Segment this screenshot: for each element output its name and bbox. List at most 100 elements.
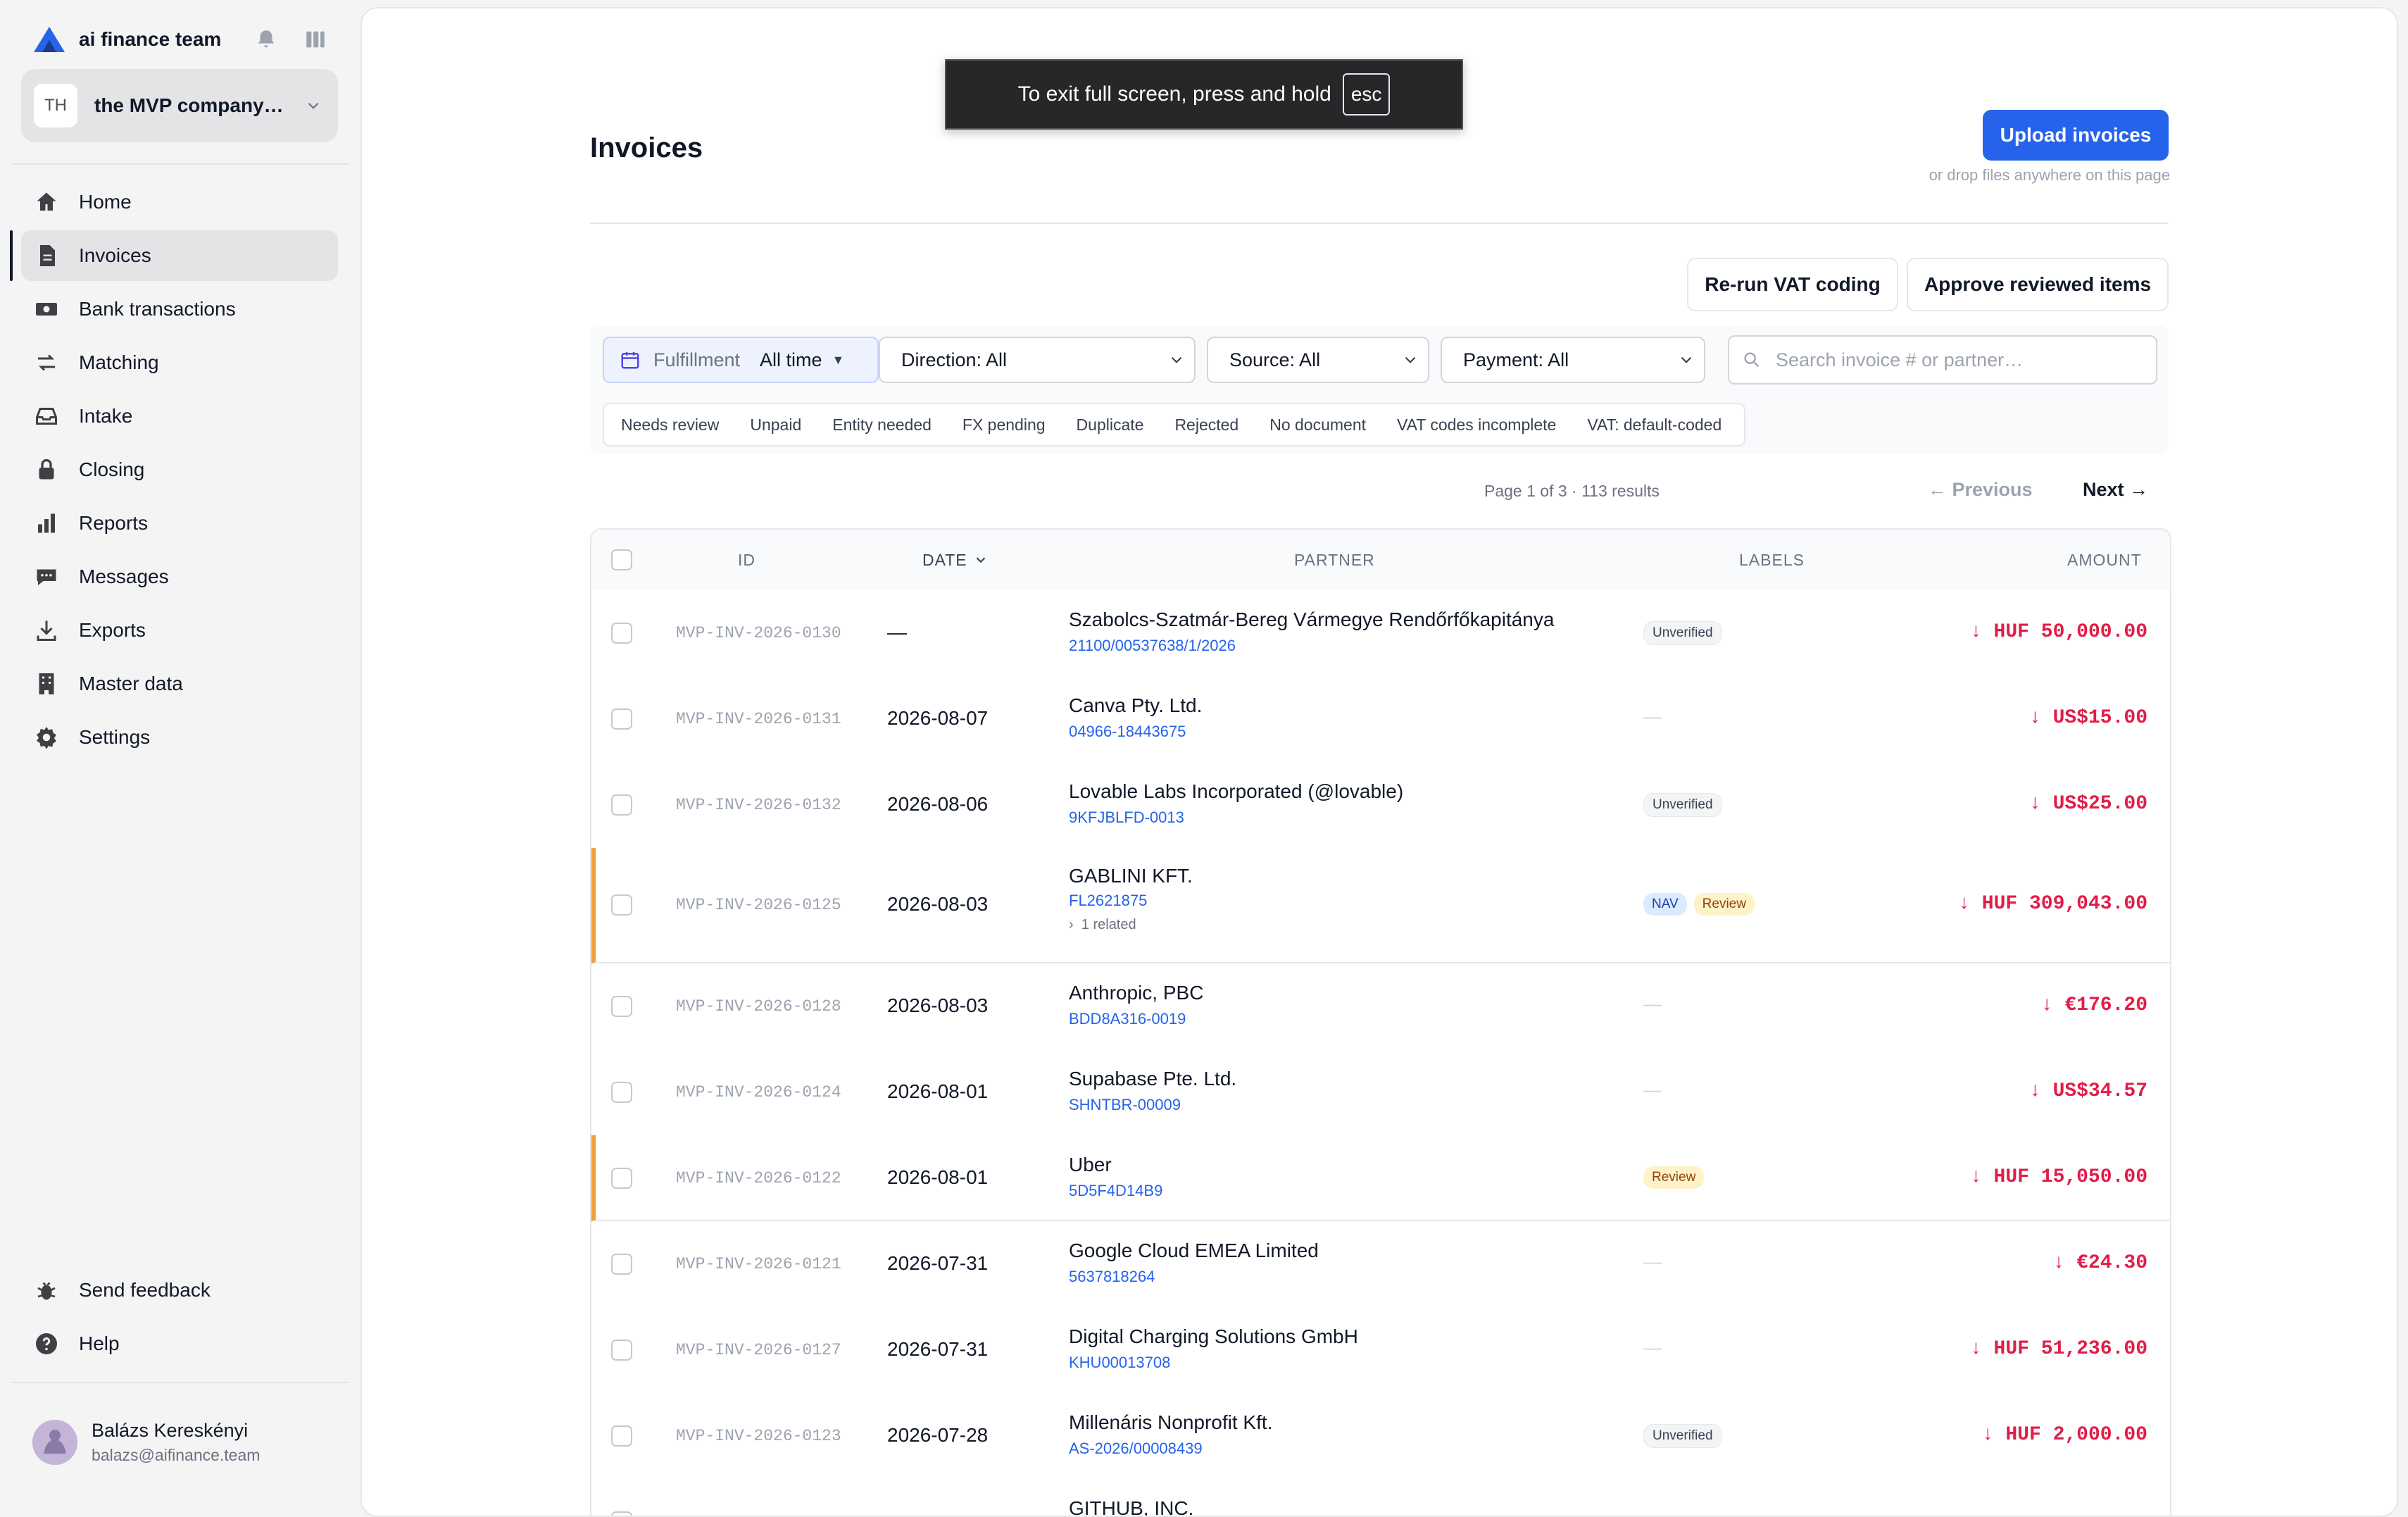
table-row[interactable]: MVP-INV-2026-0127 2026-07-31 Digital Cha… [591, 1307, 2170, 1394]
upload-invoices-button[interactable]: Upload invoices [1983, 110, 2169, 161]
user-profile[interactable]: Balázs Kereskényi balazs@aifinance.team [32, 1420, 260, 1465]
row-checkbox[interactable] [611, 1340, 632, 1361]
nav-label: Reports [79, 512, 149, 534]
invoice-reference[interactable]: 9KFJBLFD-0013 [1069, 809, 1184, 827]
quick-filter-vat-codes-incomplete[interactable]: VAT codes incomplete [1381, 416, 1572, 435]
row-checkbox[interactable] [611, 623, 632, 644]
nav-messages[interactable]: Messages [21, 551, 338, 602]
row-checkbox[interactable] [611, 794, 632, 816]
nav-label: Home [79, 191, 132, 213]
no-labels: — [1643, 1251, 1662, 1272]
row-checkbox[interactable] [611, 708, 632, 730]
rerun-vat-coding-button[interactable]: Re-run VAT coding [1687, 258, 1898, 311]
nav-intake[interactable]: Intake [21, 391, 338, 442]
brand[interactable]: ai finance team [32, 25, 221, 54]
invoice-reference[interactable]: FL2621875 [1069, 892, 1147, 910]
row-checkbox[interactable] [611, 894, 632, 916]
quick-filter-entity-needed[interactable]: Entity needed [817, 416, 947, 435]
chat-icon [32, 563, 61, 591]
nav-bank-transactions[interactable]: Bank transactions [21, 284, 338, 335]
column-header-date[interactable]: DATE [922, 530, 989, 590]
table-row[interactable]: MVP-INV-2026-0123 2026-07-28 Millenáris … [591, 1393, 2170, 1480]
company-switcher[interactable]: TH the MVP company… [21, 69, 338, 142]
nav-help[interactable]: Help [21, 1318, 338, 1369]
nav-send-feedback[interactable]: Send feedback [21, 1265, 338, 1316]
sort-desc-icon [976, 557, 985, 563]
active-indicator [10, 230, 13, 281]
invoice-reference[interactable]: SHNTBR-00009 [1069, 1096, 1181, 1114]
quick-filter-unpaid[interactable]: Unpaid [734, 416, 817, 435]
table-row[interactable]: MVP-INV-2026-0132 2026-08-06 Lovable Lab… [591, 762, 2170, 849]
invoice-reference[interactable]: 21100/00537638/1/2026 [1069, 637, 1236, 655]
next-page-button[interactable]: Next → [2083, 479, 2148, 501]
row-checkbox[interactable] [611, 996, 632, 1017]
label-badge: Unverified [1643, 621, 1722, 645]
nav-label: Messages [79, 566, 169, 587]
invoice-icon [32, 242, 61, 270]
user-name: Balázs Kereskényi [92, 1420, 249, 1441]
invoice-reference[interactable]: BDD8A316-0019 [1069, 1010, 1186, 1028]
payment-select[interactable]: Payment: All [1441, 337, 1705, 383]
table-row[interactable]: MVP-INV-2026-0122 2026-08-01 Uber 5D5F4D… [591, 1135, 2170, 1221]
columns-icon[interactable] [301, 25, 330, 54]
quick-filter-needs-review[interactable]: Needs review [611, 416, 734, 435]
column-header-partner: PARTNER [1294, 550, 1375, 569]
table-row[interactable]: GITHUB, INC. [591, 1479, 2170, 1516]
quick-filter-vat-default-coded[interactable]: VAT: default-coded [1572, 416, 1737, 435]
quick-filter-duplicate[interactable]: Duplicate [1061, 416, 1160, 435]
quick-filters: Needs review Unpaid Entity needed FX pen… [603, 403, 1746, 447]
nav-matching[interactable]: Matching [21, 337, 338, 388]
quick-filter-fx-pending[interactable]: FX pending [947, 416, 1061, 435]
quick-filter-rejected[interactable]: Rejected [1159, 416, 1254, 435]
invoice-id: MVP-INV-2026-0125 [676, 896, 841, 914]
arrows-swap-icon [32, 349, 61, 377]
nav-exports[interactable]: Exports [21, 605, 338, 656]
toast-text: To exit full screen, press and hold [1017, 82, 1331, 106]
row-checkbox[interactable] [611, 1425, 632, 1447]
partner-name: GABLINI KFT. [1069, 865, 1193, 887]
direction-select[interactable]: Direction: All [879, 337, 1196, 383]
related-toggle[interactable]: › 1 related [1069, 917, 1136, 933]
row-checkbox[interactable] [611, 1168, 632, 1189]
row-checkbox[interactable] [611, 1511, 632, 1516]
nav-settings[interactable]: Settings [21, 712, 338, 763]
row-labels: Review [1643, 1166, 1705, 1189]
nav-reports[interactable]: Reports [21, 498, 338, 549]
partner-name: Uber [1069, 1154, 1112, 1175]
table-row[interactable]: MVP-INV-2026-0128 2026-08-03 Anthropic, … [591, 963, 2170, 1051]
table-row[interactable]: MVP-INV-2026-0131 2026-08-07 Canva Pty. … [591, 676, 2170, 763]
chevron-down-icon [1405, 356, 1416, 363]
invoice-reference[interactable]: 04966-18443675 [1069, 723, 1186, 741]
search-input[interactable] [1774, 348, 2143, 372]
nav-invoices[interactable]: Invoices [21, 230, 338, 281]
invoice-reference[interactable]: 5637818264 [1069, 1268, 1155, 1286]
table-row[interactable]: MVP-INV-2026-0125 2026-08-03 GABLINI KFT… [591, 848, 2170, 963]
fullscreen-toast: To exit full screen, press and hold esc [945, 59, 1463, 130]
previous-page-button[interactable]: ← Previous [1928, 479, 2033, 501]
nav-master-data[interactable]: Master data [21, 658, 338, 709]
invoice-reference[interactable]: AS-2026/00008439 [1069, 1440, 1203, 1458]
nav-closing[interactable]: Closing [21, 444, 338, 495]
source-select[interactable]: Source: All [1207, 337, 1429, 383]
nav-label: Help [79, 1332, 120, 1354]
invoice-reference[interactable]: 5D5F4D14B9 [1069, 1182, 1162, 1200]
invoice-id: MVP-INV-2026-0123 [676, 1427, 841, 1445]
quick-filter-no-document[interactable]: No document [1254, 416, 1381, 435]
home-icon [32, 188, 61, 216]
sidebar: ai finance team TH the MVP company… Home… [0, 0, 360, 1506]
table-row[interactable]: MVP-INV-2026-0130 — Szabolcs-Szatmár-Ber… [591, 590, 2170, 678]
date-filter-chip[interactable]: Fulfillment All time ▼ [603, 337, 879, 383]
row-checkbox[interactable] [611, 1082, 632, 1103]
nav-home[interactable]: Home [21, 177, 338, 227]
divider [11, 1382, 349, 1383]
approve-reviewed-items-button[interactable]: Approve reviewed items [1907, 258, 2169, 311]
nav-label: Bank transactions [79, 298, 236, 320]
invoice-reference[interactable]: KHU00013708 [1069, 1354, 1170, 1372]
bank-icon [32, 295, 61, 323]
table-row[interactable]: MVP-INV-2026-0121 2026-07-31 Google Clou… [591, 1221, 2170, 1309]
invoice-date: 2026-07-31 [887, 1252, 989, 1274]
select-all-checkbox[interactable] [611, 549, 632, 570]
table-row[interactable]: MVP-INV-2026-0124 2026-08-01 Supabase Pt… [591, 1049, 2170, 1137]
row-checkbox[interactable] [611, 1254, 632, 1275]
bell-icon[interactable] [252, 25, 280, 54]
